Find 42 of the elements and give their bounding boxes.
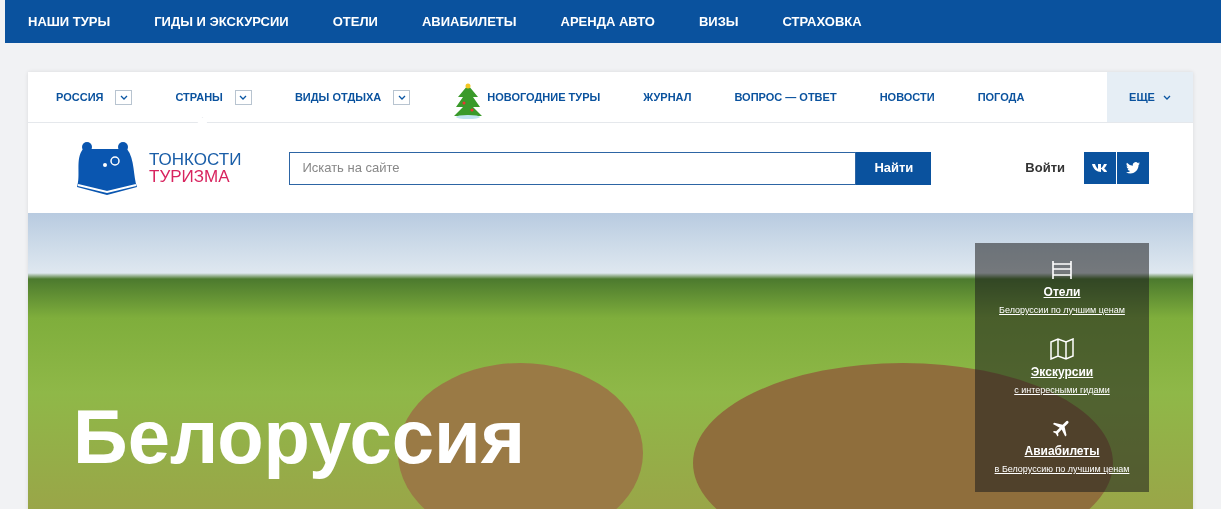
twitter-button[interactable] — [1117, 152, 1149, 184]
service-link[interactable]: Отели — [1043, 282, 1081, 301]
menu-link[interactable]: ЖУРНАЛ — [643, 88, 692, 106]
login-link[interactable]: Войти — [1025, 158, 1065, 178]
search-button[interactable]: Найти — [856, 151, 932, 185]
top-nav-link[interactable]: НАШИ ТУРЫ — [28, 11, 111, 32]
logo-subtitle: ТУРИЗМА — [149, 168, 231, 185]
vk-button[interactable] — [1084, 152, 1116, 184]
top-nav-link[interactable]: ГИДЫ И ЭКСКУРСИИ — [154, 11, 289, 32]
top-nav-link[interactable]: АРЕНДА АВТО — [560, 11, 655, 32]
more-menu-button[interactable]: ЕЩЕ — [1107, 72, 1193, 122]
chevron-down-icon — [239, 94, 248, 100]
bird-icon — [1126, 162, 1140, 174]
dropdown-toggle[interactable] — [234, 89, 252, 105]
search-field[interactable]: Искать на сайте — [289, 151, 857, 185]
dropdown-toggle[interactable] — [115, 89, 133, 105]
menu-link[interactable]: ВИДЫ ОТДЫХА — [294, 88, 382, 106]
menu-link[interactable]: РОССИЯ — [56, 88, 104, 106]
top-nav-link[interactable]: ОТЕЛИ — [332, 11, 378, 32]
service-subtitle-link[interactable]: в Белоруссию по лучшим ценам — [994, 462, 1130, 477]
top-nav-link[interactable]: СТРАХОВКА — [782, 11, 862, 32]
menu-link[interactable]: НОВОСТИ — [879, 88, 935, 106]
service-link[interactable]: Авиабилеты — [1024, 441, 1100, 460]
service-subtitle-link[interactable]: с интересными гидами — [1014, 383, 1110, 398]
chevron-down-icon — [1162, 94, 1171, 100]
menu-link[interactable]: ПОГОДА — [977, 88, 1025, 106]
service-subtitle-link[interactable]: Белоруссии по лучшим ценам — [999, 303, 1125, 318]
bear-logo-icon — [75, 141, 139, 195]
chevron-down-icon — [119, 94, 128, 100]
dropdown-toggle[interactable] — [393, 89, 411, 105]
chevron-down-icon — [397, 94, 406, 100]
top-nav-link[interactable]: АВИАБИЛЕТЫ — [421, 11, 517, 32]
service-link[interactable]: Экскурсии — [1030, 362, 1094, 381]
vk-logo-icon — [1092, 163, 1108, 173]
top-nav-link[interactable]: ВИЗЫ — [698, 11, 739, 32]
map-icon — [1050, 337, 1074, 360]
logo-title: ТОНКОСТИ — [149, 151, 242, 168]
christmas-tree-icon — [453, 83, 484, 119]
bed-icon — [1050, 259, 1074, 280]
menu-link[interactable]: СТРАНЫ — [175, 88, 223, 106]
menu-link[interactable]: ВОПРОС — ОТВЕТ — [734, 88, 837, 106]
menu-link[interactable]: НОВОГОДНИЕ ТУРЫ — [487, 88, 601, 106]
